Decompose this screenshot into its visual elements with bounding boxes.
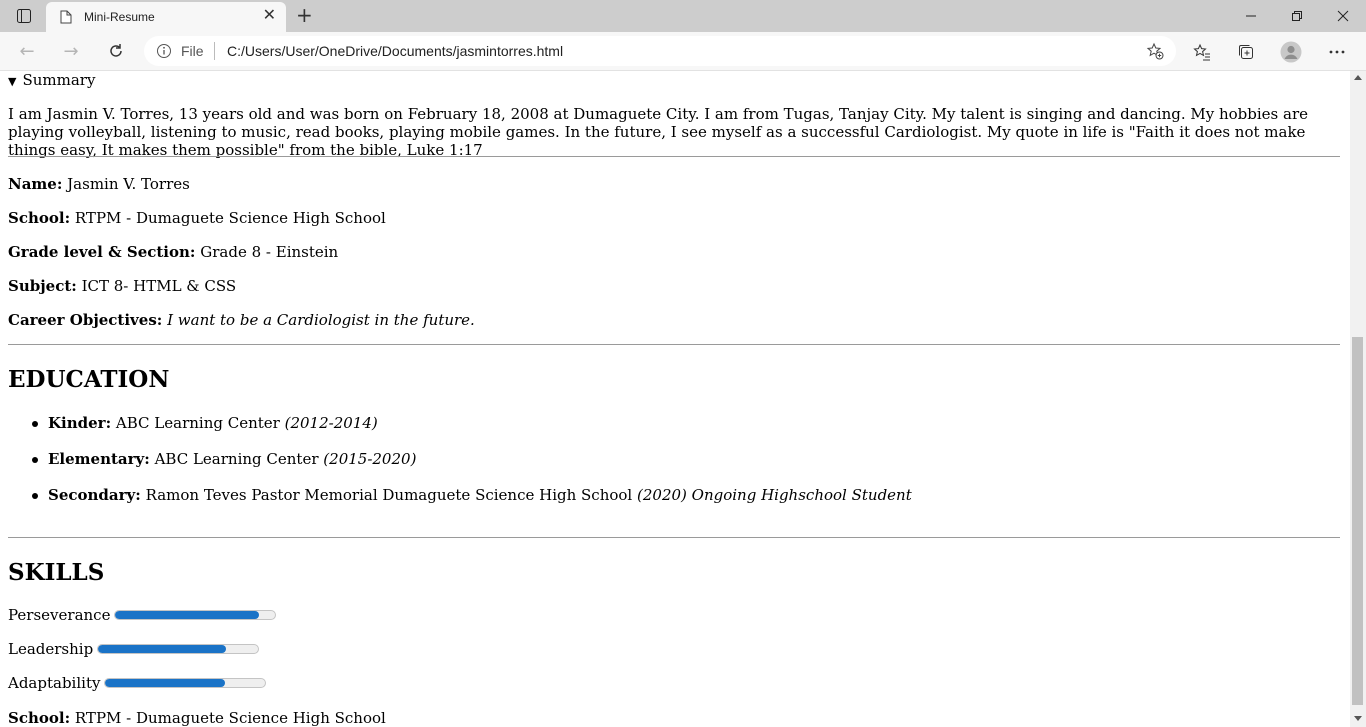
skill-name: Leadership xyxy=(8,640,94,658)
info-name: Name: Jasmin V. Torres xyxy=(8,175,190,193)
skill-name: Adaptability xyxy=(8,674,101,692)
browser-toolbar: ← → File C:/Users/User/OneDrive/Document… xyxy=(0,32,1366,71)
info-label: School: xyxy=(8,709,71,727)
education-school: ABC Learning Center xyxy=(154,450,319,468)
triangle-down-icon: ▼ xyxy=(8,75,17,88)
favorites-icon xyxy=(1193,43,1210,61)
page-icon xyxy=(60,10,72,27)
info-value: I want to be a Cardiologist in the futur… xyxy=(167,311,475,329)
skill-name: Perseverance xyxy=(8,606,111,624)
vertical-scrollbar[interactable] xyxy=(1350,71,1366,727)
skill-row: Leadership xyxy=(8,640,260,658)
info-label: Career Objectives: xyxy=(8,311,163,329)
info-label: Name: xyxy=(8,175,63,193)
forward-button[interactable]: → xyxy=(58,39,84,63)
footer-school: School: RTPM - Dumaguete Science High Sc… xyxy=(8,709,386,727)
settings-menu-button[interactable] xyxy=(1326,41,1348,63)
add-favorite-icon[interactable] xyxy=(1146,42,1164,63)
summary-toggle[interactable]: ▼ Summary xyxy=(8,71,95,89)
minimize-button[interactable] xyxy=(1228,0,1274,32)
list-item: Kinder: ABC Learning Center (2012-2014) xyxy=(32,414,378,432)
address-prefix: File xyxy=(181,43,204,59)
divider xyxy=(8,344,1340,345)
arrow-left-icon: ← xyxy=(19,40,35,62)
new-tab-button[interactable]: + xyxy=(296,5,313,25)
education-school: ABC Learning Center xyxy=(115,414,280,432)
skill-meter-fill xyxy=(115,611,260,619)
skill-meter xyxy=(97,644,260,654)
education-level: Secondary: xyxy=(48,486,141,504)
bullet xyxy=(32,421,38,427)
address-divider xyxy=(214,42,215,60)
restore-button[interactable] xyxy=(1274,0,1320,32)
avatar-icon xyxy=(1280,41,1302,63)
skill-row: Adaptability xyxy=(8,674,267,692)
scroll-up-icon[interactable] xyxy=(1354,75,1362,80)
close-icon xyxy=(1337,10,1349,22)
education-note: (2020) Ongoing Highschool Student xyxy=(637,486,912,504)
scroll-thumb[interactable] xyxy=(1352,337,1363,705)
skills-heading: SKILLS xyxy=(8,559,105,586)
education-level: Elementary: xyxy=(48,450,150,468)
tab-actions-button[interactable] xyxy=(0,0,48,32)
page-content: ▼ Summary I am Jasmin V. Torres, 13 years… xyxy=(0,71,1350,727)
collections-button[interactable] xyxy=(1235,41,1257,63)
summary-text: I am Jasmin V. Torres, 13 years old and … xyxy=(8,105,1309,159)
info-school: School: RTPM - Dumaguete Science High Sc… xyxy=(8,209,386,227)
favorites-button[interactable] xyxy=(1191,41,1213,63)
info-label: School: xyxy=(8,209,71,227)
info-value: RTPM - Dumaguete Science High School xyxy=(74,209,386,227)
info-grade-section: Grade level & Section: Grade 8 - Einstei… xyxy=(8,243,338,261)
collections-icon xyxy=(1239,45,1253,59)
tab-bar: Mini-Resume ✕ + xyxy=(0,0,1366,32)
back-button[interactable]: ← xyxy=(14,39,40,63)
list-item: Secondary: Ramon Teves Pastor Memorial D… xyxy=(32,486,912,504)
skill-row: Perseverance xyxy=(8,606,277,624)
refresh-icon xyxy=(110,44,122,57)
info-icon[interactable] xyxy=(156,43,172,62)
info-subject: Subject: ICT 8- HTML & CSS xyxy=(8,277,236,295)
close-tab-icon[interactable]: ✕ xyxy=(263,8,276,24)
skill-meter xyxy=(104,678,267,688)
bullet xyxy=(32,457,38,463)
scroll-down-icon[interactable] xyxy=(1354,716,1362,721)
tab-title: Mini-Resume xyxy=(84,10,155,24)
info-value: RTPM - Dumaguete Science High School xyxy=(74,709,386,727)
close-window-button[interactable] xyxy=(1320,0,1366,32)
divider xyxy=(8,156,1340,157)
skill-meter-fill xyxy=(105,679,226,687)
bullet xyxy=(32,493,38,499)
education-note: (2012-2014) xyxy=(284,414,378,432)
more-icon xyxy=(1329,50,1345,54)
list-item: Elementary: ABC Learning Center (2015-20… xyxy=(32,450,417,468)
restore-icon xyxy=(1292,11,1302,21)
education-level: Kinder: xyxy=(48,414,112,432)
profile-button[interactable] xyxy=(1280,41,1302,63)
skill-meter xyxy=(114,610,277,620)
summary-label: Summary xyxy=(22,71,96,89)
info-label: Subject: xyxy=(8,277,77,295)
url-text[interactable]: C:/Users/User/OneDrive/Documents/jasmint… xyxy=(227,43,563,59)
info-value: Jasmin V. Torres xyxy=(67,175,190,193)
minimize-icon xyxy=(1246,15,1256,17)
education-note: (2015-2020) xyxy=(323,450,417,468)
info-career-objectives: Career Objectives: I want to be a Cardio… xyxy=(8,311,475,329)
refresh-button[interactable] xyxy=(103,39,129,63)
education-school: Ramon Teves Pastor Memorial Dumaguete Sc… xyxy=(145,486,633,504)
skill-meter-fill xyxy=(98,645,227,653)
education-heading: EDUCATION xyxy=(8,366,170,393)
tab-actions-icon xyxy=(17,9,31,23)
info-label: Grade level & Section: xyxy=(8,243,196,261)
info-value: Grade 8 - Einstein xyxy=(200,243,339,261)
arrow-right-icon: → xyxy=(63,40,79,62)
browser-tab[interactable]: Mini-Resume ✕ xyxy=(46,2,286,32)
divider xyxy=(8,537,1340,538)
address-bar[interactable]: File C:/Users/User/OneDrive/Documents/ja… xyxy=(144,36,1176,66)
info-value: ICT 8- HTML & CSS xyxy=(81,277,237,295)
